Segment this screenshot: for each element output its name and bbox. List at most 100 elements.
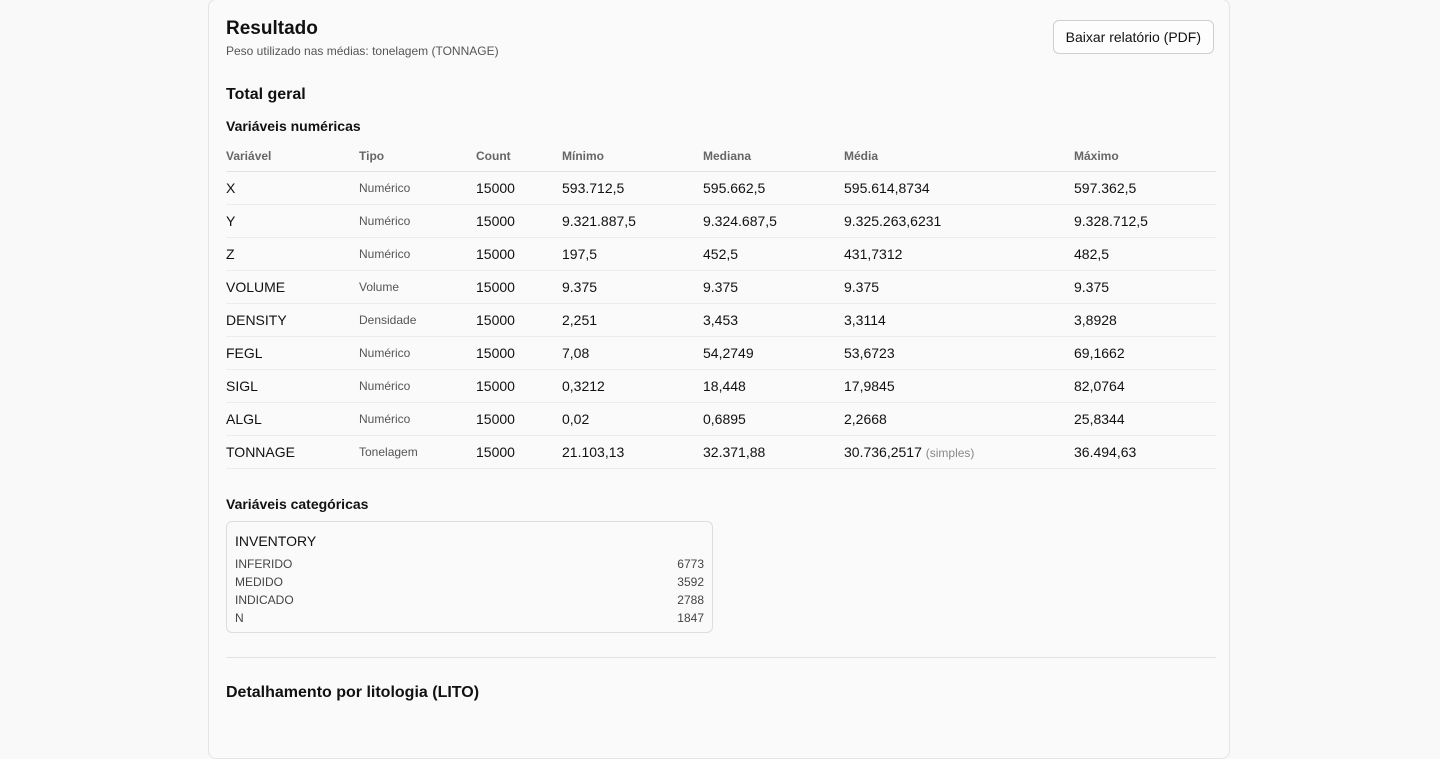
cell-count-value: 15000 [476, 279, 515, 295]
cell-max-value: 597.362,5 [1074, 180, 1137, 196]
cell-median: 9.324.687,5 [703, 204, 844, 238]
cell-mean-value: 3,3114 [844, 312, 886, 328]
cell-mean-value: 30.736,2517 [844, 444, 922, 460]
cell-max-value: 9.375 [1074, 279, 1110, 295]
cell-count-value: 15000 [476, 345, 515, 361]
cell-min-value: 7,08 [562, 345, 590, 361]
table-row: ALGL Numérico 15000 0,02 0,6895 2,2668 25,8344 [226, 402, 1216, 436]
cell-max: 25,8344 [1074, 402, 1216, 436]
cell-type-value: Numérico [359, 214, 411, 228]
table-row: SIGL Numérico 15000 0,3212 18,448 17,9845 82,0… [226, 369, 1216, 403]
cell-variable-value: FEGL [226, 345, 263, 361]
cell-count: 15000 [476, 204, 562, 238]
table-row: FEGL Numérico 15000 7,08 54,2749 53,6723 69,16… [226, 336, 1216, 370]
cell-type: Densidade [359, 303, 476, 337]
cell-count-value: 15000 [476, 378, 515, 394]
cell-min-value: 21.103,13 [562, 444, 625, 460]
cell-max: 69,1662 [1074, 336, 1216, 370]
cell-median-value: 452,5 [703, 246, 739, 262]
cell-variable-value: DENSITY [226, 312, 287, 328]
cell-variable-value: Z [226, 246, 235, 262]
cell-count-value: 15000 [476, 246, 515, 262]
cell-min-value: 593.712,5 [562, 180, 625, 196]
cell-max: 36.494,63 [1074, 435, 1216, 469]
cell-median: 595.662,5 [703, 171, 844, 205]
list-item: MEDIDO 3592 [235, 573, 704, 591]
cell-variable-value: ALGL [226, 411, 262, 427]
col-header-median: Mediana [703, 140, 844, 172]
cell-type-value: Numérico [359, 247, 411, 261]
cell-max-value: 9.328.712,5 [1074, 213, 1148, 229]
cell-min-value: 197,5 [562, 246, 598, 262]
col-header-type: Tipo [359, 140, 476, 172]
cell-type: Numérico [359, 336, 476, 370]
cell-min: 2,251 [562, 303, 703, 337]
col-header-variable: Variável [226, 140, 359, 172]
cell-count-value: 15000 [476, 312, 515, 328]
cell-type-value: Numérico [359, 181, 411, 195]
table-row: VOLUME Volume 15000 9.375 9.375 9.375 9.375 [226, 270, 1216, 304]
cell-max-value: 82,0764 [1074, 378, 1125, 394]
cell-variable: Y [226, 204, 359, 238]
cell-type-value: Densidade [359, 313, 417, 327]
cell-mean-value: 53,6723 [844, 345, 895, 361]
col-header-min: Mínimo [562, 140, 703, 172]
cell-mean: 3,3114 [844, 303, 1074, 337]
cell-min: 21.103,13 [562, 435, 703, 469]
category-count: 1847 [677, 611, 704, 625]
cell-min-value: 2,251 [562, 312, 598, 328]
table-row: DENSITY Densidade 15000 2,251 3,453 3,3114 3,8… [226, 303, 1216, 337]
cell-min-value: 0,02 [562, 411, 590, 427]
cell-mean: 2,2668 [844, 402, 1074, 436]
cell-min-value: 9.321.887,5 [562, 213, 636, 229]
cell-variable: ALGL [226, 402, 359, 436]
cell-type: Numérico [359, 171, 476, 205]
cell-min: 9.321.887,5 [562, 204, 703, 238]
cell-count: 15000 [476, 270, 562, 304]
cell-mean: 53,6723 [844, 336, 1074, 370]
cell-median: 54,2749 [703, 336, 844, 370]
cell-type-value: Numérico [359, 346, 411, 360]
cell-max: 482,5 [1074, 237, 1216, 271]
cell-max-value: 3,8928 [1074, 312, 1117, 328]
result-header: Resultado Peso utilizado nas médias: ton… [226, 18, 499, 58]
result-card: Resultado Peso utilizado nas médias: ton… [208, 0, 1230, 759]
cell-median: 0,6895 [703, 402, 844, 436]
cell-max: 82,0764 [1074, 369, 1216, 403]
cell-type: Numérico [359, 402, 476, 436]
category-count: 3592 [677, 575, 704, 589]
cell-mean-value: 2,2668 [844, 411, 887, 427]
cell-median-value: 32.371,88 [703, 444, 766, 460]
cell-min: 9.375 [562, 270, 703, 304]
cell-count-value: 15000 [476, 411, 515, 427]
col-header-count: Count [476, 140, 562, 172]
cell-count-value: 15000 [476, 180, 515, 196]
cell-type: Numérico [359, 204, 476, 238]
cell-min: 197,5 [562, 237, 703, 271]
cell-median: 9.375 [703, 270, 844, 304]
cell-median: 452,5 [703, 237, 844, 271]
cell-max: 9.375 [1074, 270, 1216, 304]
cell-count: 15000 [476, 171, 562, 205]
cell-median: 18,448 [703, 369, 844, 403]
download-pdf-button[interactable]: Baixar relatório (PDF) [1052, 20, 1214, 54]
cell-mean-value: 17,9845 [844, 378, 895, 394]
cell-count-value: 15000 [476, 444, 515, 460]
cell-median: 32.371,88 [703, 435, 844, 469]
cell-variable-value: X [226, 180, 236, 196]
list-item: INFERIDO 6773 [235, 555, 704, 573]
category-label: MEDIDO [235, 575, 283, 589]
cell-min-value: 0,3212 [562, 378, 605, 394]
table-row: Z Numérico 15000 197,5 452,5 431,7312 482,5 [226, 237, 1216, 271]
cell-median: 3,453 [703, 303, 844, 337]
cell-max: 597.362,5 [1074, 171, 1216, 205]
cell-variable: TONNAGE [226, 435, 359, 469]
cell-count: 15000 [476, 237, 562, 271]
cell-mean-value: 9.325.263,6231 [844, 213, 942, 229]
cell-variable: DENSITY [226, 303, 359, 337]
cell-type-value: Numérico [359, 412, 411, 426]
categorical-variables-heading: Variáveis categóricas [226, 496, 369, 512]
cell-min: 7,08 [562, 336, 703, 370]
cell-count: 15000 [476, 435, 562, 469]
cell-variable: FEGL [226, 336, 359, 370]
